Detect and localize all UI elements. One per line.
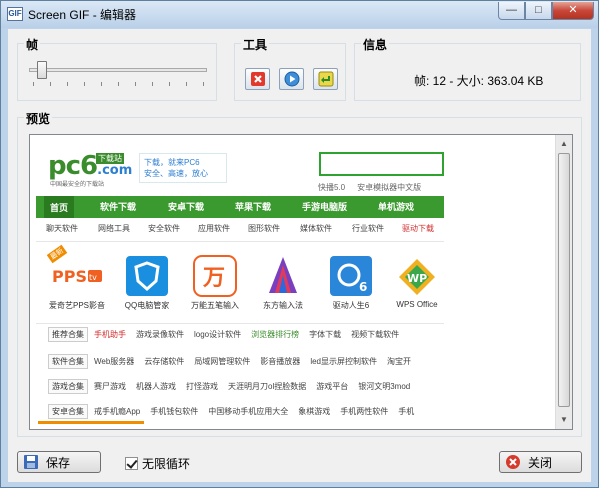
wubi-icon: 万	[193, 255, 237, 297]
preview-viewport[interactable]: pc6.com 下载站 中国最安全的下载站 下载，就来PC6 安全、高速，放心 …	[29, 134, 573, 430]
driver-life-icon: 6	[330, 256, 372, 296]
checkbox-box[interactable]	[125, 457, 138, 470]
svg-text:WP: WP	[407, 272, 427, 285]
cat-row-software: 软件合集 Web服务器 云存储软件 局域网管理软件 影音播放器 led显示屏控制软件 淘宝开	[48, 354, 444, 370]
app-driver-life: 6 驱动人生6	[320, 249, 382, 319]
featured-apps: 最新 PPS tv 爱奇艺PPS影音 QQ电脑管家 万 万能五笔输入 东方输入法…	[36, 244, 444, 319]
cat-row-recommend: 推荐合集 手机助手 游戏录像软件 logo设计软件 浏览器排行榜 字体下载 视频下载软件	[48, 327, 444, 343]
play-button[interactable]	[279, 68, 304, 90]
save-icon	[24, 455, 38, 469]
window-title: Screen GIF - 编辑器	[28, 8, 137, 22]
dongfang-icon	[269, 257, 297, 293]
search-hot-links: 快播5.0 安卓模拟器中文版	[318, 183, 422, 192]
undo-button[interactable]	[313, 68, 338, 90]
preview-group: 预览 pc6.com 下载站 中国最安全的下载站 下载，就来PC6 安全、高速，…	[17, 110, 582, 437]
cat-row-games: 游戏合集 赛尸游戏 机器人游戏 打怪游戏 天涯明月刀ol捏脸数据 游戏平台 银河文明3mod	[48, 379, 444, 395]
save-button[interactable]: 保存	[17, 451, 101, 473]
editor-window: GIF Screen GIF - 编辑器 — □ ✕ 帧 工具 信息 帧: 12…	[0, 0, 599, 488]
site-search-box	[319, 152, 444, 176]
info-group-title: 信息	[361, 36, 390, 53]
title-bar[interactable]: GIF Screen GIF - 编辑器 — □ ✕	[1, 1, 598, 28]
infinite-loop-checkbox[interactable]: 无限循环	[125, 455, 190, 472]
frame-group-title: 帧	[24, 36, 41, 53]
delete-icon	[250, 72, 265, 86]
app-qq-guard: QQ电脑管家	[116, 249, 178, 319]
info-group: 信息 帧: 12 - 大小: 363.04 KB	[354, 36, 581, 101]
divider	[36, 241, 444, 242]
undo-icon	[318, 71, 333, 87]
logo-tagline: 中国最安全的下载站	[50, 182, 105, 188]
frame-slider-thumb[interactable]	[37, 61, 47, 79]
frame-info-text: 帧: 12 - 大小: 363.04 KB	[414, 74, 544, 88]
qq-guard-icon	[126, 256, 168, 296]
app-wubi: 万 万能五笔输入	[184, 249, 246, 319]
minimize-button[interactable]: —	[498, 2, 525, 20]
close-window-button[interactable]: ✕	[552, 2, 594, 20]
frame-group: 帧	[17, 36, 217, 101]
slider-ticks	[33, 82, 205, 86]
svg-text:PPS: PPS	[52, 267, 87, 286]
scroll-thumb[interactable]	[558, 153, 570, 407]
tools-group-title: 工具	[241, 36, 270, 53]
svg-text:万: 万	[202, 266, 225, 291]
close-icon	[506, 455, 520, 469]
logo-badge: 下载站	[96, 153, 124, 164]
svg-text:6: 6	[359, 280, 367, 294]
close-label: 关闭	[528, 455, 553, 470]
pps-icon: PPS tv	[52, 267, 102, 286]
divider	[36, 323, 444, 324]
preview-scrollbar[interactable]: ▲ ▼	[555, 135, 572, 429]
frame-slider-track[interactable]	[29, 68, 207, 72]
play-icon	[284, 71, 299, 87]
site-nav: 首页 软件下载 安卓下载 苹果下载 手游电脑版 单机游戏	[36, 196, 444, 218]
tools-group: 工具	[234, 36, 346, 101]
close-button[interactable]: 关闭	[499, 451, 582, 473]
site-subnav: 聊天软件 网络工具 安全软件 应用软件 图形软件 媒体软件 行业软件 驱动下载	[46, 224, 434, 233]
svg-text:tv: tv	[89, 273, 97, 282]
wps-icon: WP	[399, 259, 435, 295]
delete-frame-button[interactable]	[245, 68, 270, 90]
orange-strip	[38, 421, 144, 424]
app-dongfang: 东方输入法	[252, 249, 314, 319]
scroll-up-icon[interactable]: ▲	[557, 136, 571, 151]
cat-row-android: 安卓合集 戒手机瘾App 手机钱包软件 中国移动手机应用大全 象棋游戏 手机两性软件 手机	[48, 404, 444, 420]
loop-label: 无限循环	[142, 457, 191, 471]
app-pps: 最新 PPS tv 爱奇艺PPS影音	[46, 244, 108, 319]
save-label: 保存	[46, 455, 71, 470]
maximize-button[interactable]: □	[525, 2, 552, 20]
client-area: 帧 工具 信息 帧: 12 - 大小: 363.04 KB 预览 pc6.com…	[8, 29, 591, 482]
app-wps: WP WPS Office	[386, 249, 444, 319]
site-slogan: 下载，就来PC6 安全、高速，放心	[139, 153, 227, 183]
preview-frame-image: pc6.com 下载站 中国最安全的下载站 下载，就来PC6 安全、高速，放心 …	[36, 139, 444, 424]
preview-group-title: 预览	[24, 110, 53, 127]
scroll-down-icon[interactable]: ▼	[557, 412, 571, 427]
app-icon: GIF	[7, 7, 23, 21]
